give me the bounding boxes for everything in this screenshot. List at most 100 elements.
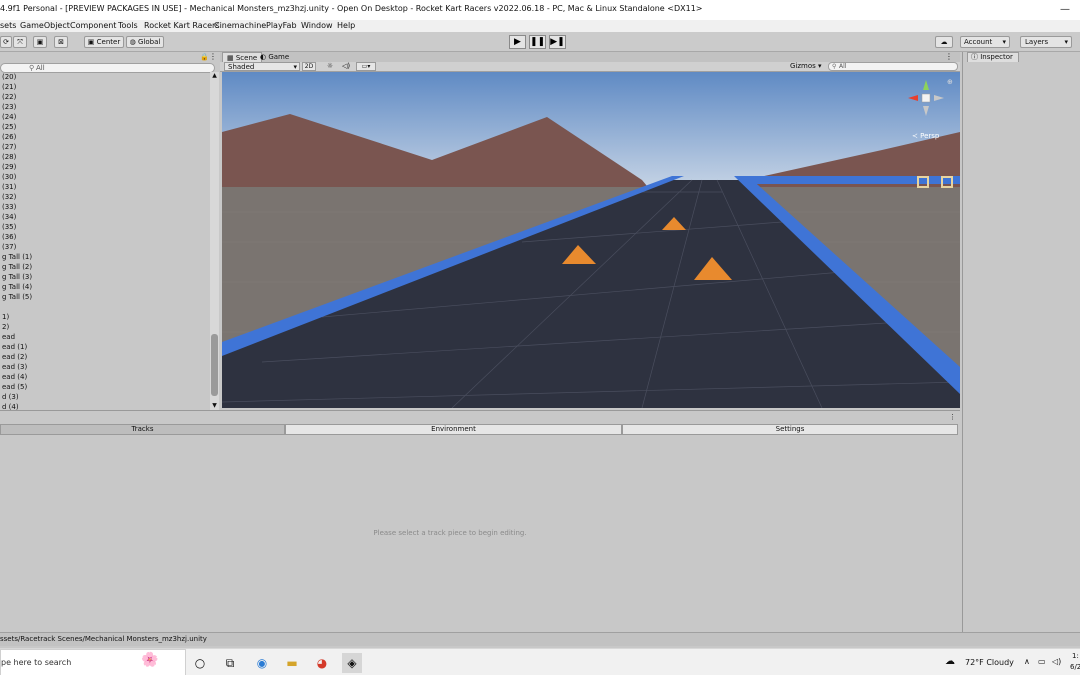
effects-dropdown-icon[interactable]: ▭▾ bbox=[356, 62, 376, 71]
hierarchy-item[interactable]: ead (1) bbox=[2, 342, 207, 352]
flower-icon: 🌸 bbox=[141, 652, 159, 668]
lighting-icon[interactable]: ☼ bbox=[324, 62, 336, 71]
widgets-icon[interactable]: ⧉ bbox=[220, 653, 240, 673]
hierarchy-item[interactable]: (30) bbox=[2, 172, 207, 182]
hierarchy-item[interactable]: (26) bbox=[2, 132, 207, 142]
hierarchy-item[interactable]: (21) bbox=[2, 82, 207, 92]
pause-button[interactable]: ❚❚ bbox=[529, 35, 546, 49]
menu-cinemachine[interactable]: Cinemachine bbox=[214, 21, 266, 30]
tab-settings[interactable]: Settings bbox=[622, 424, 958, 435]
hierarchy-item[interactable] bbox=[2, 302, 207, 312]
pivot-icon: ▣ bbox=[87, 38, 97, 46]
menu-tools[interactable]: Tools bbox=[118, 21, 138, 30]
hierarchy-item[interactable]: d (3) bbox=[2, 392, 207, 402]
hierarchy-item[interactable]: (34) bbox=[2, 212, 207, 222]
scene-render bbox=[222, 72, 960, 408]
more-menu-icon[interactable]: ⋮ bbox=[945, 52, 953, 61]
hierarchy-item[interactable]: (32) bbox=[2, 192, 207, 202]
hierarchy-item[interactable]: (35) bbox=[2, 222, 207, 232]
scene-icon: ▦ bbox=[227, 54, 236, 62]
layers-dropdown[interactable]: Layers ▾ bbox=[1020, 36, 1072, 48]
scene-search-input[interactable]: ⚲ All bbox=[828, 62, 958, 71]
task-view-icon[interactable]: ○ bbox=[190, 653, 210, 673]
hierarchy-item[interactable]: (28) bbox=[2, 152, 207, 162]
hierarchy-item[interactable]: g Tall (3) bbox=[2, 272, 207, 282]
menu-component[interactable]: Component bbox=[70, 21, 116, 30]
transform-tool-icon[interactable]: ⊠ bbox=[54, 36, 68, 48]
chevron-down-icon: ▾ bbox=[1064, 38, 1068, 46]
lock-icon[interactable]: 🔒 bbox=[200, 53, 209, 61]
edge-browser-icon[interactable]: ◉ bbox=[252, 653, 272, 673]
hierarchy-item[interactable]: ead (5) bbox=[2, 382, 207, 392]
menu-playfab[interactable]: PlayFab bbox=[266, 21, 297, 30]
hierarchy-item[interactable]: g Tall (1) bbox=[2, 252, 207, 262]
2d-toggle-button[interactable]: 2D bbox=[302, 62, 316, 71]
pivot-space-button[interactable]: ◍ Global bbox=[126, 36, 164, 48]
tab-tracks[interactable]: Tracks bbox=[0, 424, 285, 435]
hierarchy-item[interactable]: 2) bbox=[2, 322, 207, 332]
hierarchy-item[interactable]: (25) bbox=[2, 122, 207, 132]
more-menu-icon[interactable]: ⋮ bbox=[209, 52, 217, 61]
pivot-center-button[interactable]: ▣ Center bbox=[84, 36, 124, 48]
minimize-button[interactable]: — bbox=[1050, 2, 1080, 18]
info-icon: ⓘ bbox=[971, 53, 981, 61]
menu-help[interactable]: Help bbox=[337, 21, 355, 30]
hierarchy-item[interactable]: (23) bbox=[2, 102, 207, 112]
hierarchy-item[interactable]: (20) bbox=[2, 72, 207, 82]
hierarchy-item[interactable]: g Tall (5) bbox=[2, 292, 207, 302]
hierarchy-item[interactable]: (22) bbox=[2, 92, 207, 102]
hierarchy-item[interactable]: (29) bbox=[2, 162, 207, 172]
scrollbar-thumb[interactable] bbox=[211, 334, 218, 396]
hierarchy-item[interactable]: 1) bbox=[2, 312, 207, 322]
step-button[interactable]: ▶❚ bbox=[549, 35, 566, 49]
scale-tool-icon[interactable]: ⤧ bbox=[13, 36, 27, 48]
unity-app-icon[interactable]: ◈ bbox=[342, 653, 362, 673]
chrome-browser-icon[interactable]: ◕ bbox=[312, 653, 332, 673]
file-explorer-icon[interactable]: ▬ bbox=[282, 653, 302, 673]
menu-gameobject[interactable]: GameObject bbox=[20, 21, 70, 30]
scroll-up-icon[interactable]: ▲ bbox=[211, 72, 218, 80]
cloud-icon[interactable]: ☁ bbox=[935, 36, 953, 48]
menu-window[interactable]: Window bbox=[301, 21, 333, 30]
hierarchy-item[interactable]: ead (2) bbox=[2, 352, 207, 362]
hierarchy-item[interactable]: d (4) bbox=[2, 402, 207, 410]
taskbar-search-input[interactable]: pe here to search 🌸 bbox=[0, 649, 186, 675]
menu-rocket-kart[interactable]: Rocket Kart Racers bbox=[144, 21, 219, 30]
network-icon[interactable]: ▭ bbox=[1038, 657, 1046, 666]
tab-game[interactable]: ◐ Game bbox=[256, 52, 293, 62]
weather-text[interactable]: 72°F Cloudy bbox=[965, 658, 1014, 667]
hierarchy-item[interactable]: (37) bbox=[2, 242, 207, 252]
lock-icon[interactable]: ⊕ bbox=[947, 78, 953, 86]
rect-tool-icon[interactable]: ▣ bbox=[33, 36, 47, 48]
tray-expand-icon[interactable]: ∧ bbox=[1024, 657, 1030, 666]
menu-assets[interactable]: sets bbox=[0, 21, 16, 30]
hierarchy-item[interactable]: (33) bbox=[2, 202, 207, 212]
volume-icon[interactable]: ◁) bbox=[1052, 657, 1061, 666]
tab-inspector[interactable]: ⓘ Inspector bbox=[967, 52, 1019, 62]
hierarchy-item[interactable]: g Tall (4) bbox=[2, 282, 207, 292]
hierarchy-item[interactable]: ead (3) bbox=[2, 362, 207, 372]
hierarchy-item[interactable]: ead (4) bbox=[2, 372, 207, 382]
play-button[interactable]: ▶ bbox=[509, 35, 526, 49]
rotate-tool-icon[interactable]: ⟳ bbox=[0, 36, 12, 48]
audio-icon[interactable]: ◁) bbox=[340, 62, 352, 71]
projection-label[interactable]: ≺ Persp bbox=[912, 132, 939, 140]
scroll-down-icon[interactable]: ▼ bbox=[211, 402, 218, 410]
hierarchy-item[interactable]: g Tall (2) bbox=[2, 262, 207, 272]
shading-mode-dropdown[interactable]: Shaded ▾ bbox=[224, 62, 300, 71]
hierarchy-item[interactable]: (36) bbox=[2, 232, 207, 242]
clock-time[interactable]: 1: bbox=[1072, 652, 1079, 660]
more-menu-icon[interactable]: ⋮ bbox=[949, 413, 956, 421]
hierarchy-item[interactable]: (24) bbox=[2, 112, 207, 122]
hierarchy-item[interactable]: (27) bbox=[2, 142, 207, 152]
account-dropdown[interactable]: Account ▾ bbox=[960, 36, 1010, 48]
hierarchy-item[interactable]: (31) bbox=[2, 182, 207, 192]
hierarchy-item[interactable]: ead bbox=[2, 332, 207, 342]
gizmos-dropdown[interactable]: Gizmos ▾ bbox=[790, 62, 822, 71]
chevron-down-icon: ▾ bbox=[1002, 38, 1006, 46]
scene-viewport[interactable]: ≺ Persp ⊕ bbox=[222, 72, 960, 408]
hierarchy-scrollbar[interactable]: ▲ ▼ bbox=[210, 72, 219, 410]
clock-date[interactable]: 6/2 bbox=[1070, 663, 1080, 671]
orientation-gizmo[interactable] bbox=[906, 78, 946, 118]
tab-environment[interactable]: Environment bbox=[285, 424, 622, 435]
